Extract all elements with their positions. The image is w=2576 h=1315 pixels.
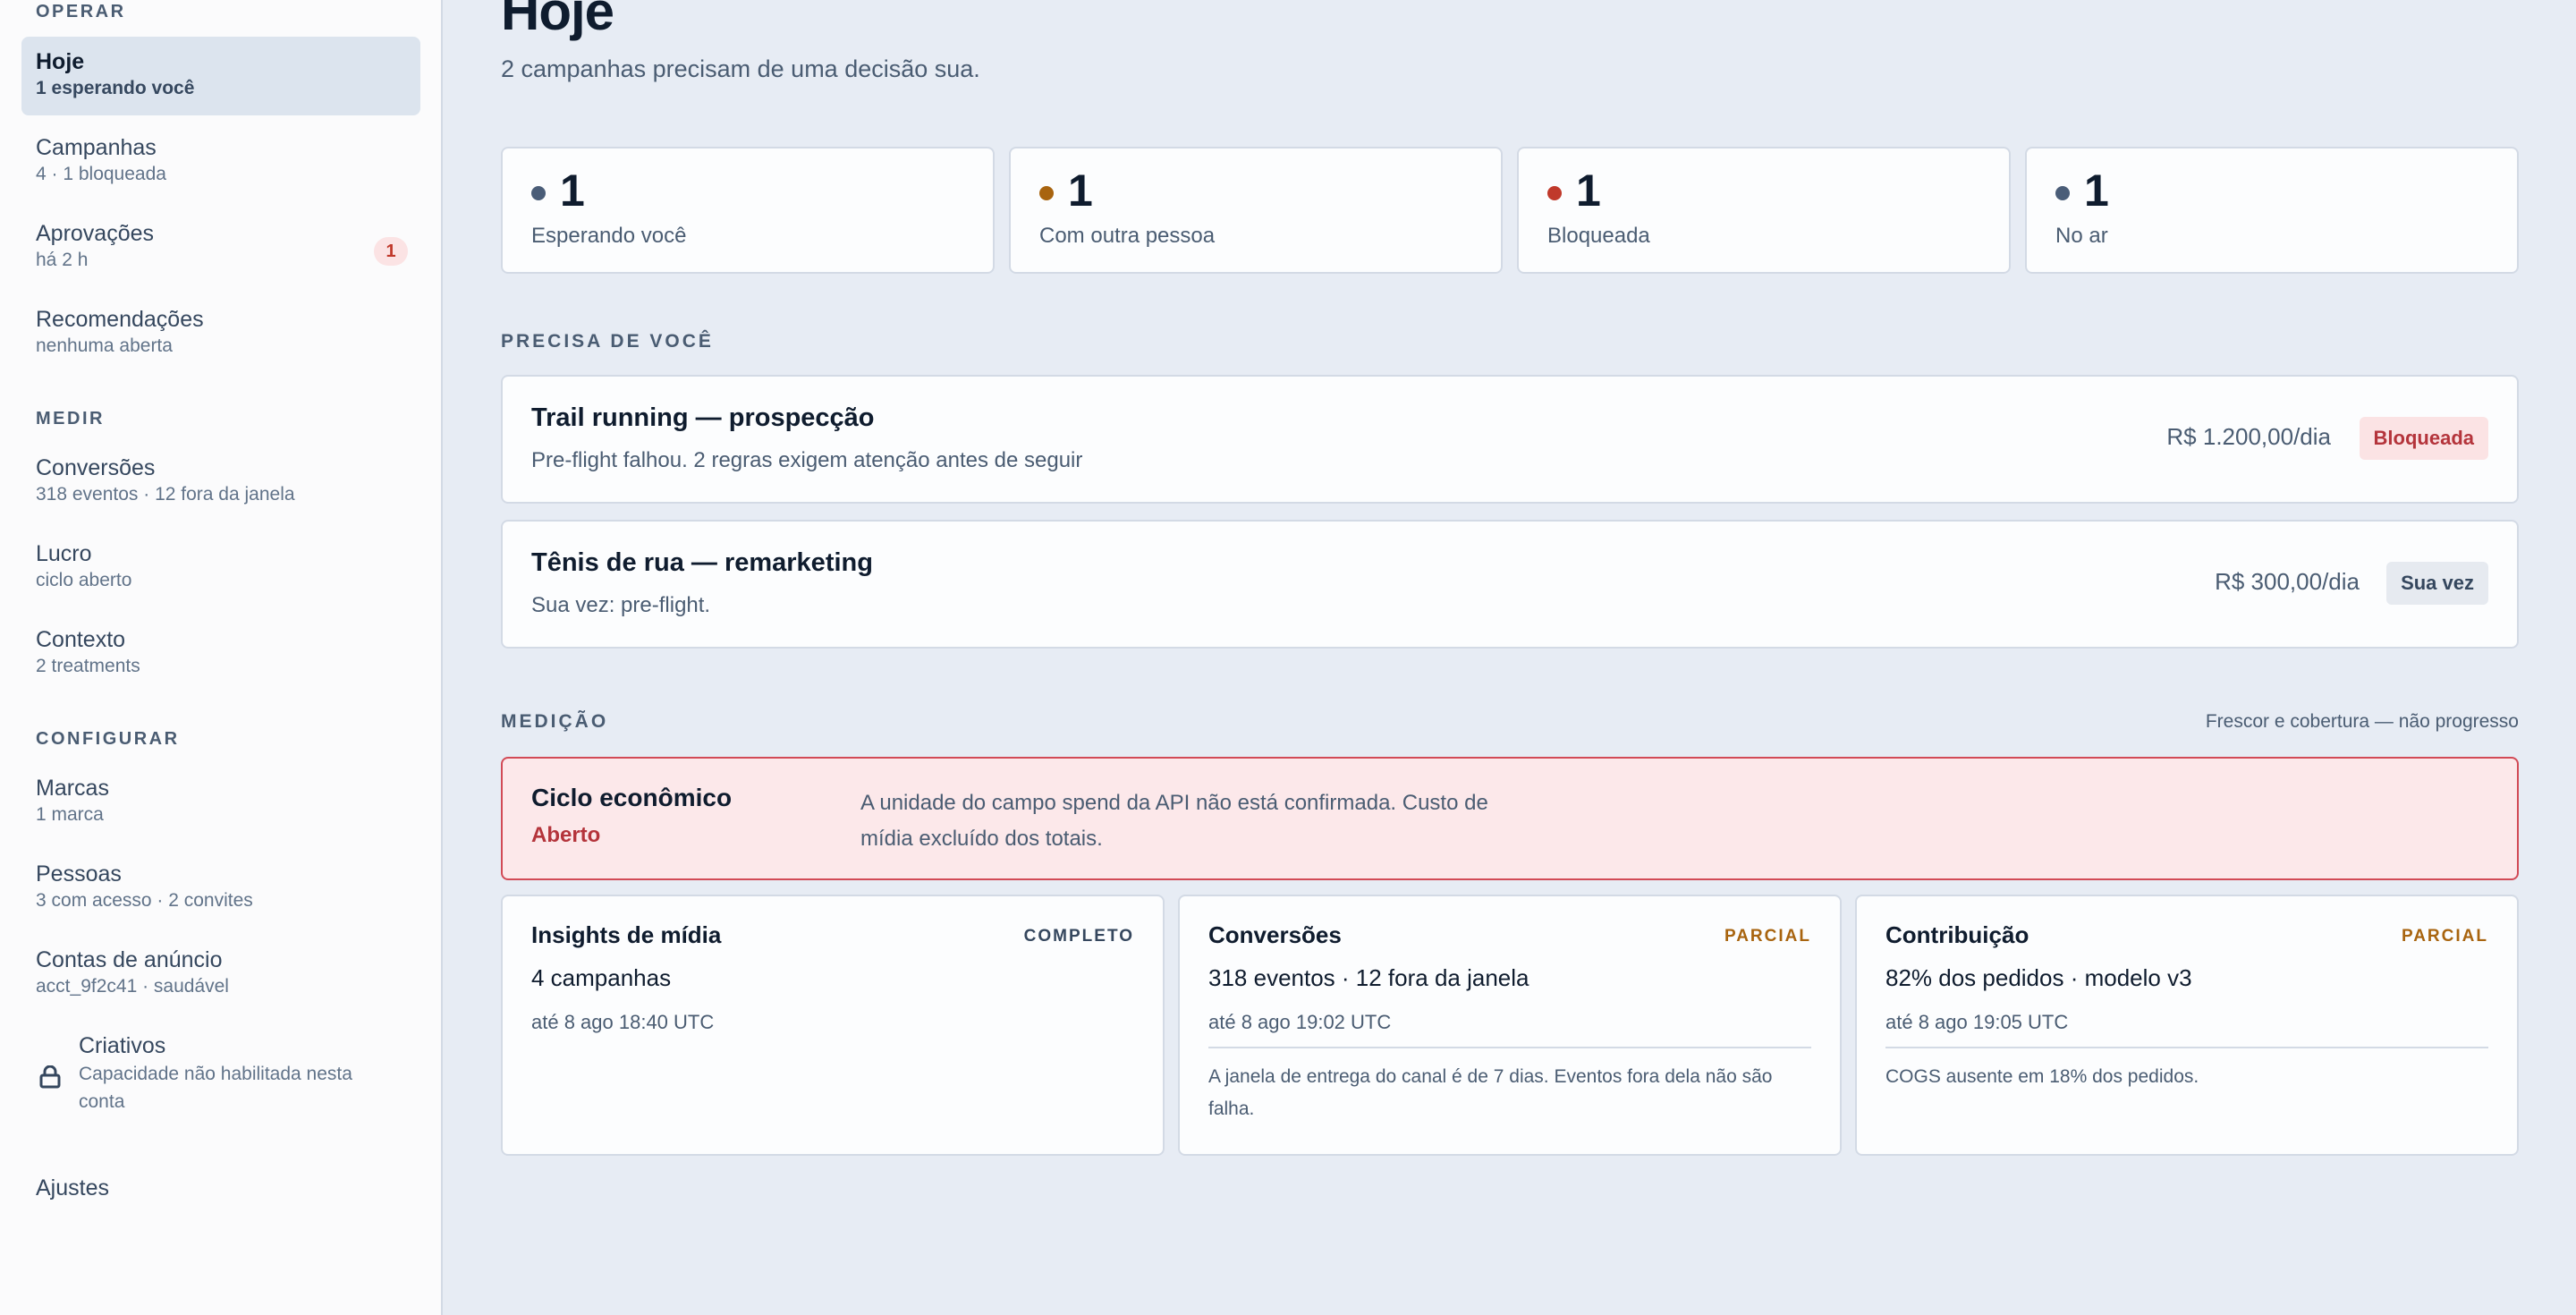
- sidebar-item-sub: ciclo aberto: [36, 570, 132, 590]
- sidebar-item-label: Contas de anúncio: [36, 947, 223, 972]
- sidebar: OPERAR Hoje 1 esperando você Campanhas 4…: [0, 0, 443, 1315]
- page-subtitle: 2 campanhas precisam de uma decisão sua.: [501, 55, 980, 82]
- stat-value: 1: [2084, 165, 2109, 216]
- sidebar-item-conversoes[interactable]: Conversões 318 eventos · 12 fora da jane…: [21, 443, 420, 518]
- sidebar-item-contexto[interactable]: Contexto 2 treatments: [21, 615, 420, 690]
- sidebar-item-criativos: Criativos Capacidade não habilitada nest…: [21, 1021, 420, 1126]
- count-badge: 1: [374, 237, 408, 266]
- sidebar-item-aprovacoes[interactable]: Aprovações há 2 h 1: [21, 208, 420, 284]
- stat-value: 1: [560, 165, 585, 216]
- stat-value: 1: [1068, 165, 1093, 216]
- sidebar-item-label: Conversões: [36, 455, 156, 480]
- lock-icon: [39, 1065, 61, 1089]
- sidebar-item-hoje[interactable]: Hoje 1 esperando você: [21, 37, 420, 115]
- section-label-medir: MEDIR: [36, 409, 105, 428]
- stat-card-outra-pessoa[interactable]: 1 Com outra pessoa: [1009, 147, 1503, 274]
- sidebar-item-lucro[interactable]: Lucro ciclo aberto: [21, 529, 420, 604]
- sidebar-item-sub: 1 esperando você: [36, 78, 195, 98]
- campaign-budget: R$ 300,00/dia: [2215, 568, 2360, 595]
- metric-card-insights-de-midia[interactable]: Insights de mídia COMPLETO 4 campanhas a…: [501, 895, 1165, 1156]
- sidebar-item-label: Pessoas: [36, 861, 122, 887]
- status-badge: Sua vez: [2386, 562, 2488, 605]
- stat-label: Com outra pessoa: [1039, 224, 1216, 248]
- sidebar-item-recomendacoes[interactable]: Recomendações nenhuma aberta: [21, 294, 420, 369]
- page-title: Hoje: [501, 0, 614, 41]
- status-dot: [1039, 186, 1054, 200]
- divider: [1885, 1047, 2488, 1048]
- sidebar-item-label: Criativos: [79, 1033, 166, 1058]
- sidebar-item-label: Aprovações: [36, 221, 155, 246]
- campaign-budget: R$ 1.200,00/dia: [2166, 423, 2331, 450]
- metric-timestamp: até 8 ago 18:40 UTC: [531, 1011, 715, 1033]
- metric-value: 82% dos pedidos · modelo v3: [1885, 964, 2192, 991]
- sidebar-item-label: Marcas: [36, 776, 109, 801]
- sidebar-item-sub: 1 marca: [36, 804, 104, 825]
- divider: [1208, 1047, 1811, 1048]
- section-heading-medicao: MEDIÇÃO: [501, 711, 609, 732]
- sidebar-item-sub: 318 eventos · 12 fora da janela: [36, 484, 295, 505]
- metric-note: A janela de entrega do canal é de 7 dias…: [1208, 1066, 1773, 1119]
- completeness-tag: PARCIAL: [1724, 927, 1811, 946]
- status-dot: [1547, 186, 1562, 200]
- stat-card-esperando[interactable]: 1 Esperando você: [501, 147, 995, 274]
- sidebar-item-label: Contexto: [36, 627, 126, 652]
- campaign-description: Sua vez: pre-flight.: [531, 593, 711, 617]
- sidebar-item-pessoas[interactable]: Pessoas 3 com acesso · 2 convites: [21, 849, 420, 924]
- campaign-name: Trail running — prospecção: [531, 403, 875, 432]
- stat-card-no-ar[interactable]: 1 No ar: [2025, 147, 2519, 274]
- completeness-tag: PARCIAL: [2401, 927, 2488, 946]
- stat-value: 1: [1576, 165, 1601, 216]
- metric-value: 318 eventos · 12 fora da janela: [1208, 964, 1530, 991]
- sidebar-item-campanhas[interactable]: Campanhas 4 · 1 bloqueada: [21, 123, 420, 198]
- sidebar-item-label: Lucro: [36, 541, 92, 566]
- sidebar-item-sub: 4 · 1 bloqueada: [36, 164, 166, 184]
- stat-label: Bloqueada: [1547, 224, 1650, 248]
- sidebar-item-label: Ajustes: [36, 1175, 109, 1200]
- sidebar-item-sub: acct_9f2c41 · saudável: [36, 976, 229, 997]
- alert-title: Ciclo econômico: [531, 784, 733, 811]
- sidebar-item-sub: Capacidade não habilitada nesta conta: [79, 1064, 352, 1112]
- sidebar-item-sub: nenhuma aberta: [36, 335, 173, 356]
- metric-timestamp: até 8 ago 19:05 UTC: [1885, 1011, 2069, 1033]
- sidebar-item-label: Hoje: [36, 49, 85, 74]
- sidebar-item-sub: 2 treatments: [36, 656, 140, 676]
- alert-text: A unidade do campo spend da API não está…: [860, 791, 1488, 851]
- section-label-configurar: CONFIGURAR: [36, 729, 180, 749]
- metric-card-contribuicao[interactable]: Contribuição PARCIAL 82% dos pedidos · m…: [1855, 895, 2519, 1156]
- status-dot: [2055, 186, 2070, 200]
- sidebar-item-marcas[interactable]: Marcas 1 marca: [21, 763, 420, 838]
- metric-value: 4 campanhas: [531, 964, 672, 991]
- sidebar-item-label: Recomendações: [36, 307, 204, 332]
- metric-timestamp: até 8 ago 19:02 UTC: [1208, 1011, 1392, 1033]
- status-dot: [531, 186, 546, 200]
- completeness-tag: COMPLETO: [1023, 927, 1134, 946]
- sidebar-item-label: Campanhas: [36, 135, 157, 160]
- metric-title: Contribuição: [1885, 921, 2029, 948]
- stat-label: Esperando você: [531, 224, 687, 248]
- campaign-name: Tênis de rua — remarketing: [531, 548, 873, 577]
- metric-note: COGS ausente em 18% dos pedidos.: [1885, 1066, 2199, 1087]
- campaign-description: Pre-flight falhou. 2 regras exigem atenç…: [531, 448, 1083, 472]
- stat-label: No ar: [2055, 224, 2108, 248]
- sidebar-item-contas-de-anuncio[interactable]: Contas de anúncio acct_9f2c41 · saudável: [21, 935, 420, 1010]
- sidebar-item-sub: 3 com acesso · 2 convites: [36, 890, 253, 911]
- metric-title: Insights de mídia: [531, 921, 722, 948]
- sidebar-item-sub: há 2 h: [36, 250, 89, 270]
- campaign-row[interactable]: Tênis de rua — remarketing Sua vez: pre-…: [501, 520, 2519, 649]
- stat-card-bloqueada[interactable]: 1 Bloqueada: [1517, 147, 2011, 274]
- sidebar-item-ajustes[interactable]: Ajustes: [21, 1163, 420, 1213]
- status-badge: Bloqueada: [2359, 417, 2488, 460]
- campaign-row[interactable]: Trail running — prospecção Pre-flight fa…: [501, 375, 2519, 504]
- alert-state: Aberto: [531, 823, 601, 847]
- metric-title: Conversões: [1208, 921, 1342, 948]
- metric-card-conversoes[interactable]: Conversões PARCIAL 318 eventos · 12 fora…: [1178, 895, 1842, 1156]
- alert-card-ciclo-economico: Ciclo econômico Aberto A unidade do camp…: [501, 757, 2519, 880]
- section-label-operar: OPERAR: [36, 2, 126, 21]
- section-heading-precisa-de-voce: PRECISA DE VOCÊ: [501, 331, 714, 352]
- section-note: Frescor e cobertura — não progresso: [2205, 711, 2519, 732]
